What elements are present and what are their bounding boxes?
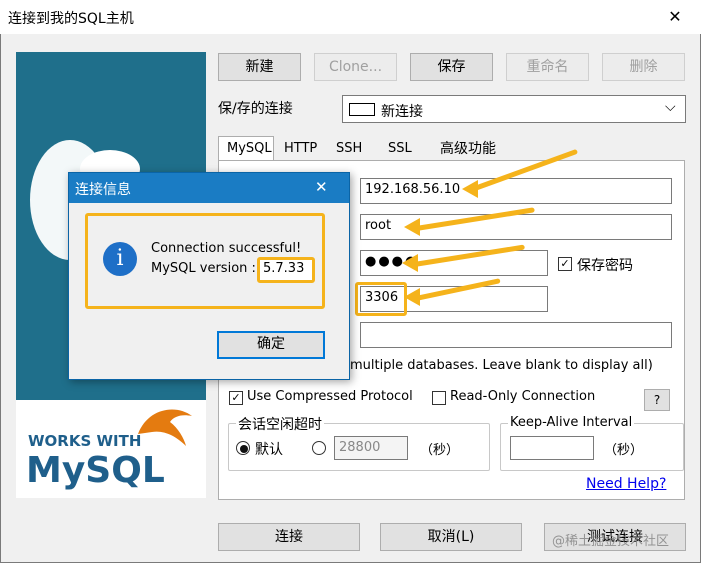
dialog-ok-button[interactable]: 确定: [217, 331, 325, 359]
logo-mysql-text: MySQL: [26, 450, 165, 491]
tab-ssh[interactable]: SSH: [328, 137, 370, 161]
save-password-checkbox[interactable]: ✓: [558, 257, 572, 271]
keepalive-input[interactable]: [510, 436, 594, 460]
saved-connections-value: 新连接: [381, 104, 423, 120]
help-question-button[interactable]: ?: [644, 389, 670, 411]
port-highlight-box: [355, 282, 407, 316]
host-arrowhead-icon: [462, 180, 478, 198]
dialog-close-icon[interactable]: ✕: [315, 178, 328, 196]
chevron-down-icon: ⌵: [665, 99, 676, 115]
dolphin-icon: [138, 409, 192, 446]
readonly-label: Read-Only Connection: [450, 389, 596, 404]
cancel-button[interactable]: 取消(L): [380, 523, 522, 551]
idle-seconds-input[interactable]: 28800: [334, 436, 408, 460]
new-button[interactable]: 新建: [218, 53, 301, 81]
host-input[interactable]: 192.168.56.10: [360, 178, 672, 204]
readonly-checkbox[interactable]: [432, 391, 446, 405]
password-input[interactable]: ●●●●: [360, 250, 548, 276]
tab-advanced[interactable]: 高级功能: [432, 137, 504, 161]
dialog-version-value: 5.7.33: [263, 261, 305, 276]
connection-info-dialog: 连接信息 ✕ i Connection successful! MySQL ve…: [68, 172, 350, 380]
idle-timeout-label: 会话空闲超时: [236, 414, 324, 434]
database-input[interactable]: [360, 322, 672, 348]
idle-default-radio[interactable]: [236, 441, 250, 455]
logo-works-with: WORKS WITH: [28, 432, 142, 450]
delete-button[interactable]: 删除: [602, 53, 685, 81]
dialog-title: 连接信息: [75, 182, 131, 198]
tab-mysql[interactable]: MySQL: [218, 136, 274, 161]
idle-custom-radio[interactable]: [312, 441, 326, 455]
compressed-protocol-checkbox[interactable]: ✓: [229, 391, 243, 405]
compressed-protocol-label: Use Compressed Protocol: [247, 389, 413, 404]
idle-default-label: 默认: [255, 442, 283, 458]
idle-seconds-unit: （秒）: [420, 443, 460, 458]
dialog-message-line2: MySQL version :: [151, 261, 256, 276]
save-button[interactable]: 保存: [410, 53, 493, 81]
tab-ssl[interactable]: SSL: [380, 137, 420, 161]
watermark: @稀土掘金技术社区: [552, 534, 670, 549]
saved-connections-select[interactable]: 新连接 ⌵: [342, 95, 686, 123]
need-help-link[interactable]: Need Help?: [586, 476, 666, 492]
window-title: 连接到我的SQL主机: [8, 11, 134, 27]
saved-connections-label: 保/存的连接: [218, 101, 293, 117]
tab-http[interactable]: HTTP: [276, 137, 325, 161]
info-icon: i: [103, 242, 137, 276]
database-hint: multiple databases. Leave blank to displ…: [350, 358, 653, 373]
window-close-icon[interactable]: ✕: [655, 4, 695, 30]
user-arrowhead-icon: [404, 218, 420, 236]
password-arrowhead-icon: [402, 254, 418, 272]
keepalive-label: Keep-Alive Interval: [508, 415, 635, 430]
keepalive-seconds-unit: （秒）: [604, 443, 644, 458]
clone-button[interactable]: Clone...: [314, 53, 397, 81]
rename-button[interactable]: 重命名: [506, 53, 589, 81]
dialog-message-line1: Connection successful!: [151, 241, 302, 256]
save-password-label: 保存密码: [577, 258, 633, 274]
port-arrowhead-icon: [404, 288, 420, 306]
connection-color-swatch: [349, 103, 375, 116]
connect-button[interactable]: 连接: [218, 523, 360, 551]
